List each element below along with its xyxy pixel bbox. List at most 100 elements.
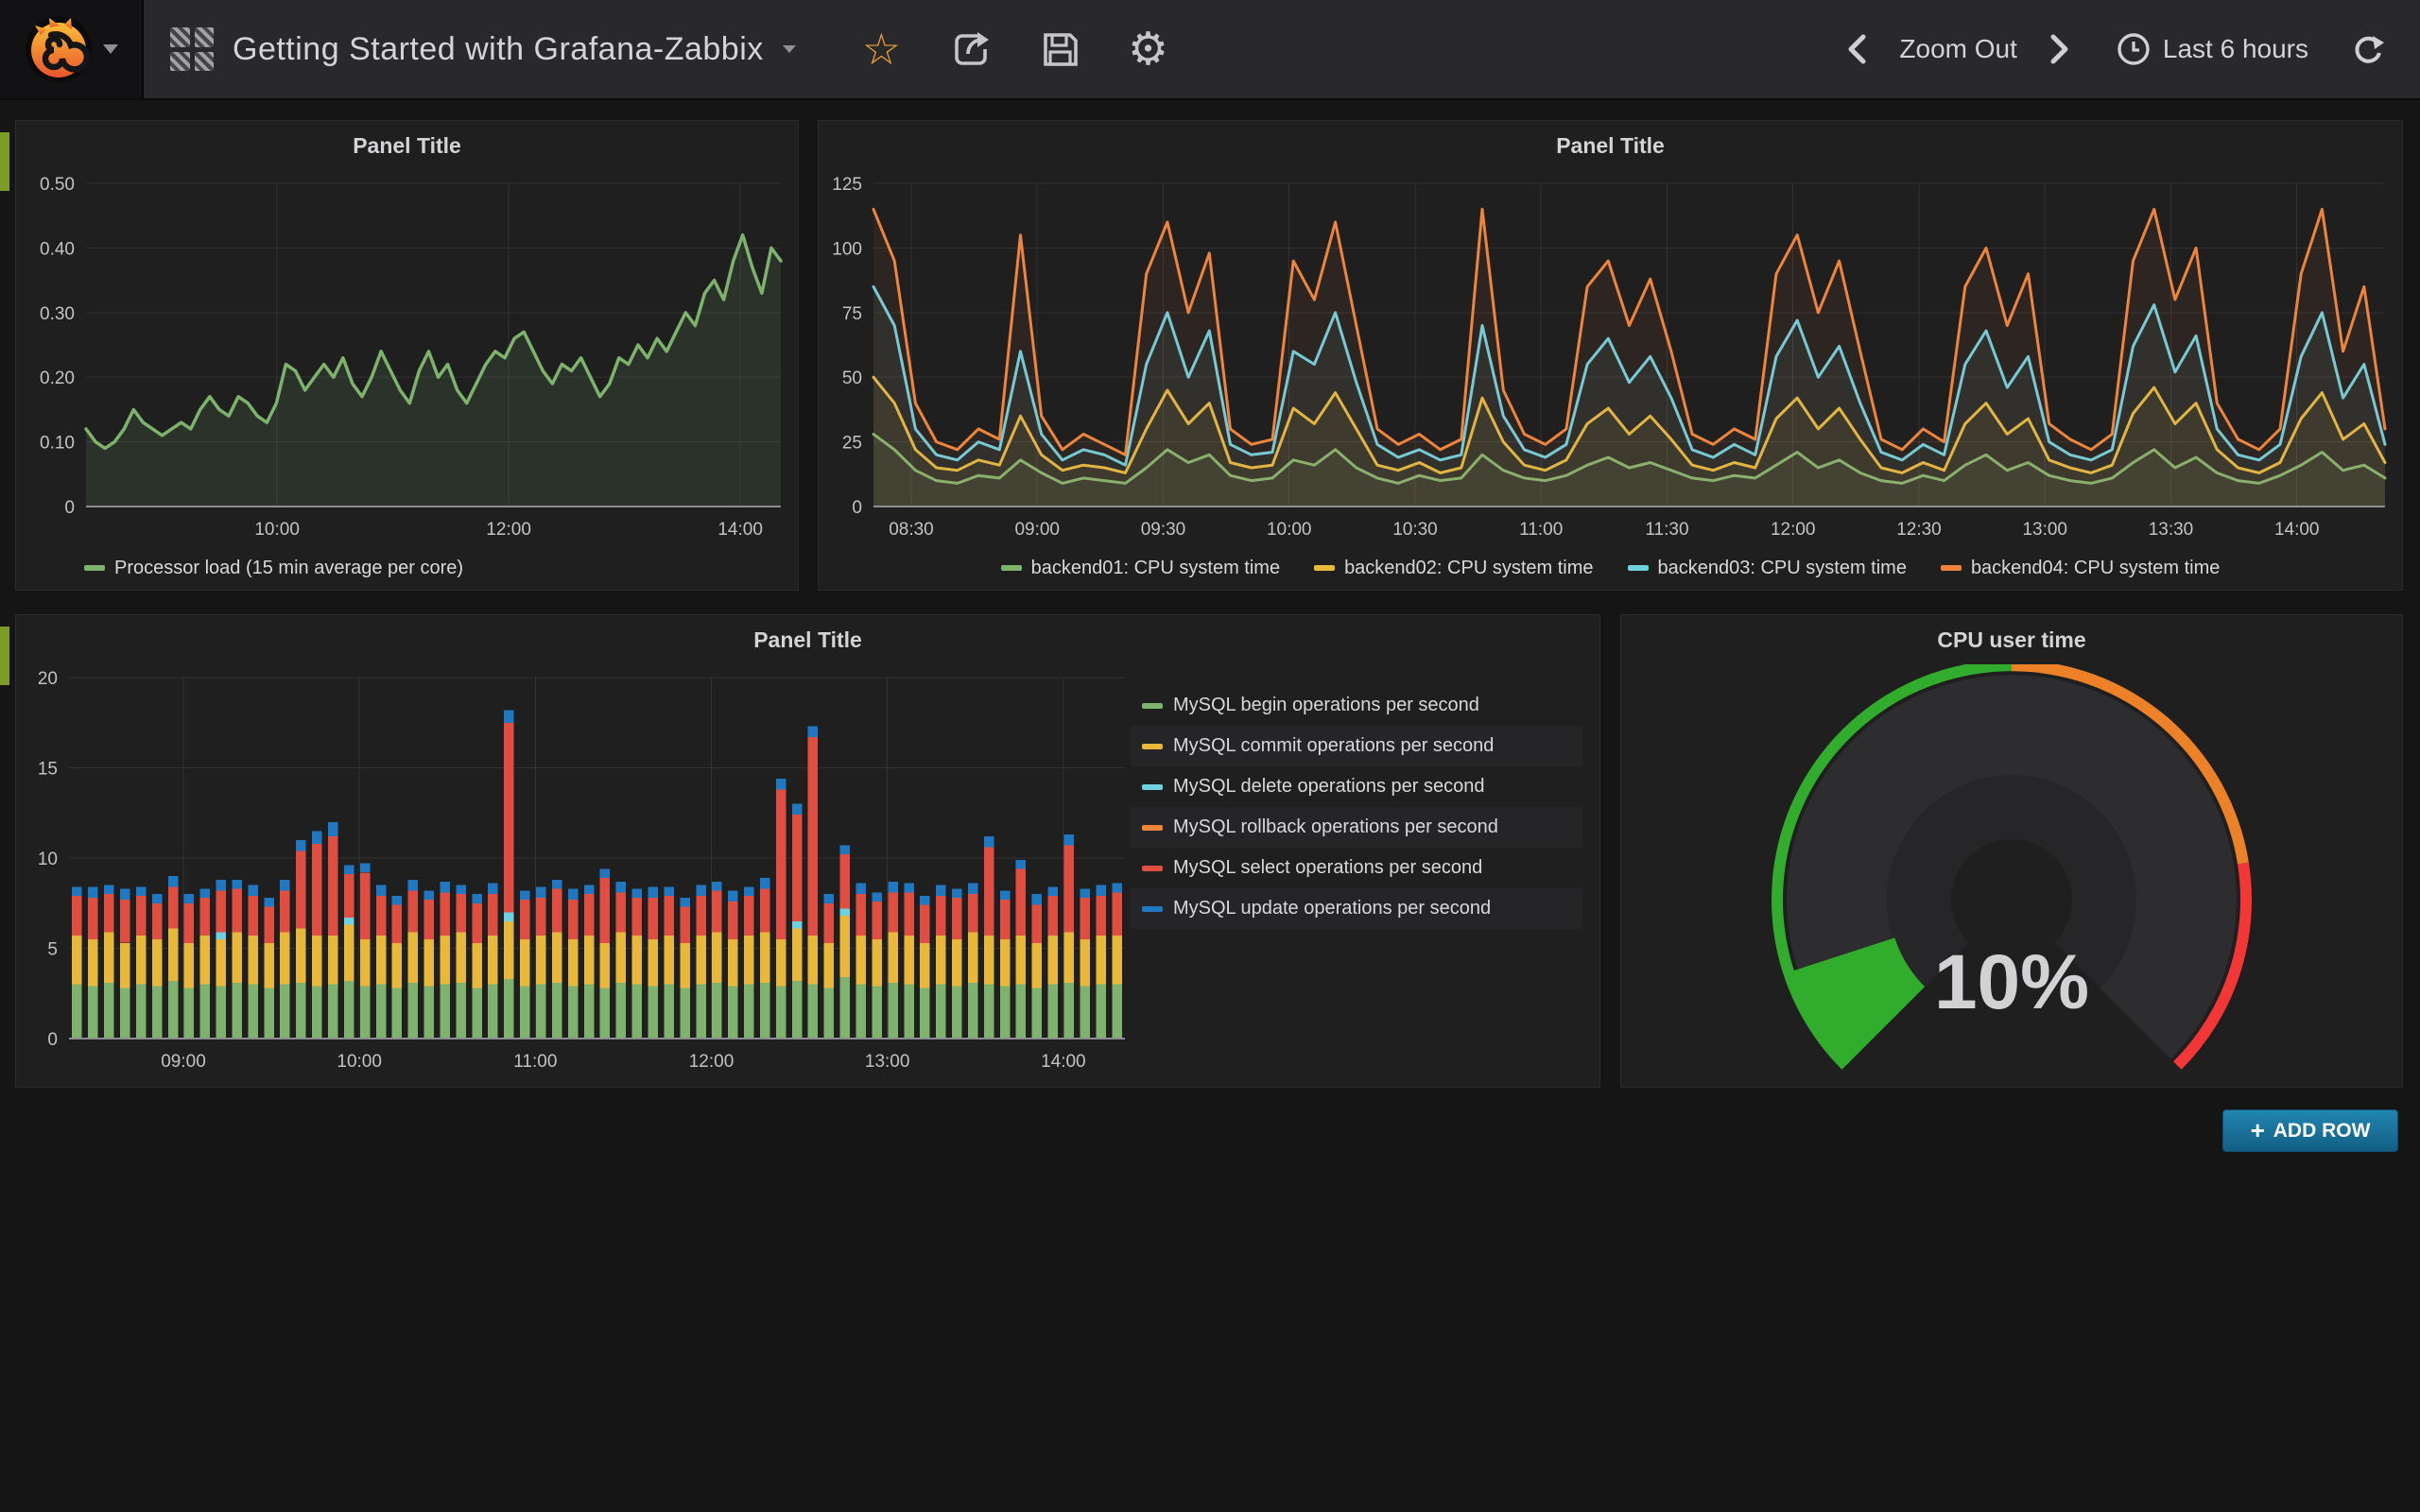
bar-segment	[328, 936, 338, 985]
bar-segment	[233, 880, 243, 889]
legend-item[interactable]: MySQL rollback operations per second	[1131, 807, 1582, 848]
grafana-menu-button[interactable]	[0, 0, 144, 98]
bar-segment	[344, 925, 354, 981]
bar-segment	[920, 896, 930, 905]
bar-segment	[152, 903, 163, 939]
bar-segment	[1064, 932, 1075, 983]
time-forward-button[interactable]	[2046, 32, 2072, 66]
bar-segment	[632, 936, 643, 985]
legend-item[interactable]: backend03: CPU system time	[1628, 558, 1907, 579]
legend-label: MySQL update operations per second	[1173, 898, 1491, 919]
bar-segment	[968, 884, 978, 895]
bar-segment	[952, 987, 962, 1039]
add-row-button[interactable]: + ADD ROW	[2222, 1109, 2398, 1152]
bar-segment	[600, 988, 611, 1040]
x-tick-label: 10:00	[1267, 520, 1312, 540]
bar-segment	[472, 943, 482, 988]
y-tick-label: 0	[64, 498, 75, 518]
bar-segment	[168, 929, 179, 981]
bar-segment	[584, 936, 595, 985]
legend-item[interactable]: backend02: CPU system time	[1314, 558, 1593, 579]
bar-segment	[712, 932, 722, 983]
time-picker-button[interactable]: Last 6 hours	[2116, 31, 2308, 67]
bar-segment	[712, 983, 722, 1039]
bar-segment	[456, 932, 466, 983]
refresh-button[interactable]	[2350, 30, 2388, 68]
bar-segment	[200, 898, 211, 936]
series-fill	[873, 209, 2385, 507]
graph-plot-area[interactable]: 025507510012508:3009:0009:3010:0010:3011…	[819, 170, 2402, 548]
bar-segment	[136, 887, 147, 897]
bar-segment	[712, 882, 722, 891]
bar-segment	[824, 903, 835, 943]
bar-segment	[856, 985, 867, 1039]
share-button[interactable]	[948, 27, 992, 71]
processor-load-chart: 00.100.200.300.400.5010:0012:0014:00	[16, 170, 798, 548]
dashboard-picker[interactable]: Getting Started with Grafana-Zabbix	[144, 0, 822, 98]
row-toggle-strip[interactable]	[0, 627, 9, 685]
star-button[interactable]: ☆	[862, 27, 901, 71]
bar-segment	[344, 918, 354, 925]
bar-segment	[104, 894, 114, 932]
bar-segment	[1032, 988, 1043, 1040]
bar-segment	[360, 939, 371, 987]
graph-plot-area[interactable]: 00.100.200.300.400.5010:0012:0014:00	[16, 170, 798, 548]
legend-item[interactable]: MySQL select operations per second	[1131, 848, 1582, 888]
y-tick-label: 0.10	[40, 434, 75, 454]
gauge-value-text: 10%	[1934, 939, 2089, 1025]
bar-segment	[360, 864, 371, 873]
bar-segment	[168, 887, 179, 929]
legend-item[interactable]: backend04: CPU system time	[1941, 558, 2220, 579]
bar-segment	[888, 983, 898, 1039]
bar-segment	[616, 892, 627, 932]
bar-segment	[1112, 892, 1122, 936]
bar-segment	[456, 983, 466, 1039]
panel-title[interactable]: Panel Title	[16, 615, 1599, 664]
legend-item[interactable]: MySQL begin operations per second	[1131, 685, 1582, 726]
bar-segment	[1096, 985, 1106, 1039]
legend-swatch	[1142, 906, 1163, 912]
cpu-gauge-chart: 10%	[1621, 664, 2402, 1085]
mysql-ops-chart: 0510152009:0010:0011:0012:0013:0014:00	[16, 664, 1136, 1080]
bar-segment	[952, 889, 962, 899]
bar-segment	[840, 854, 851, 908]
zoom-out-button[interactable]: Zoom Out	[1899, 36, 2016, 62]
bar-segment	[1032, 894, 1043, 905]
legend-item[interactable]: backend01: CPU system time	[1001, 558, 1280, 579]
panel-title[interactable]: CPU user time	[1621, 615, 2402, 664]
bar-segment	[856, 884, 867, 895]
y-tick-label: 50	[842, 369, 862, 388]
bar-segment	[584, 894, 595, 936]
legend-item[interactable]: MySQL update operations per second	[1131, 888, 1582, 929]
bar-segment	[248, 885, 258, 897]
graph-plot-area[interactable]: 0510152009:0010:0011:0012:0013:0014:00	[16, 664, 1136, 1080]
bar-segment	[1016, 869, 1027, 936]
legend-item[interactable]: Processor load (15 min average per core)	[84, 558, 463, 579]
bar-segment	[744, 887, 754, 897]
bar-segment	[136, 936, 147, 985]
legend-item[interactable]: MySQL commit operations per second	[1131, 726, 1582, 766]
settings-button[interactable]: ⚙	[1128, 26, 1168, 72]
save-button[interactable]	[1039, 28, 1080, 70]
bar-segment	[840, 977, 851, 1039]
time-back-button[interactable]	[1844, 32, 1871, 66]
bar-segment	[936, 885, 946, 897]
panel-title[interactable]: Panel Title	[16, 121, 798, 170]
bar-segment	[472, 988, 482, 1040]
bar-segment	[424, 900, 435, 939]
bar-segment	[952, 939, 962, 987]
bar-segment	[968, 932, 978, 983]
x-tick-label: 11:00	[513, 1052, 557, 1072]
panel-title[interactable]: Panel Title	[819, 121, 2402, 170]
bar-segment	[312, 987, 322, 1039]
bar-segment	[520, 987, 530, 1039]
bar-segment	[1064, 834, 1075, 846]
save-icon	[1039, 28, 1080, 70]
row-toggle-strip[interactable]	[0, 132, 9, 191]
bar-segment	[600, 869, 611, 879]
bar-segment	[136, 896, 147, 936]
legend-item[interactable]: MySQL delete operations per second	[1131, 766, 1582, 807]
bar-segment	[536, 887, 546, 899]
bar-segment	[536, 898, 546, 936]
bar-segment	[504, 723, 514, 913]
